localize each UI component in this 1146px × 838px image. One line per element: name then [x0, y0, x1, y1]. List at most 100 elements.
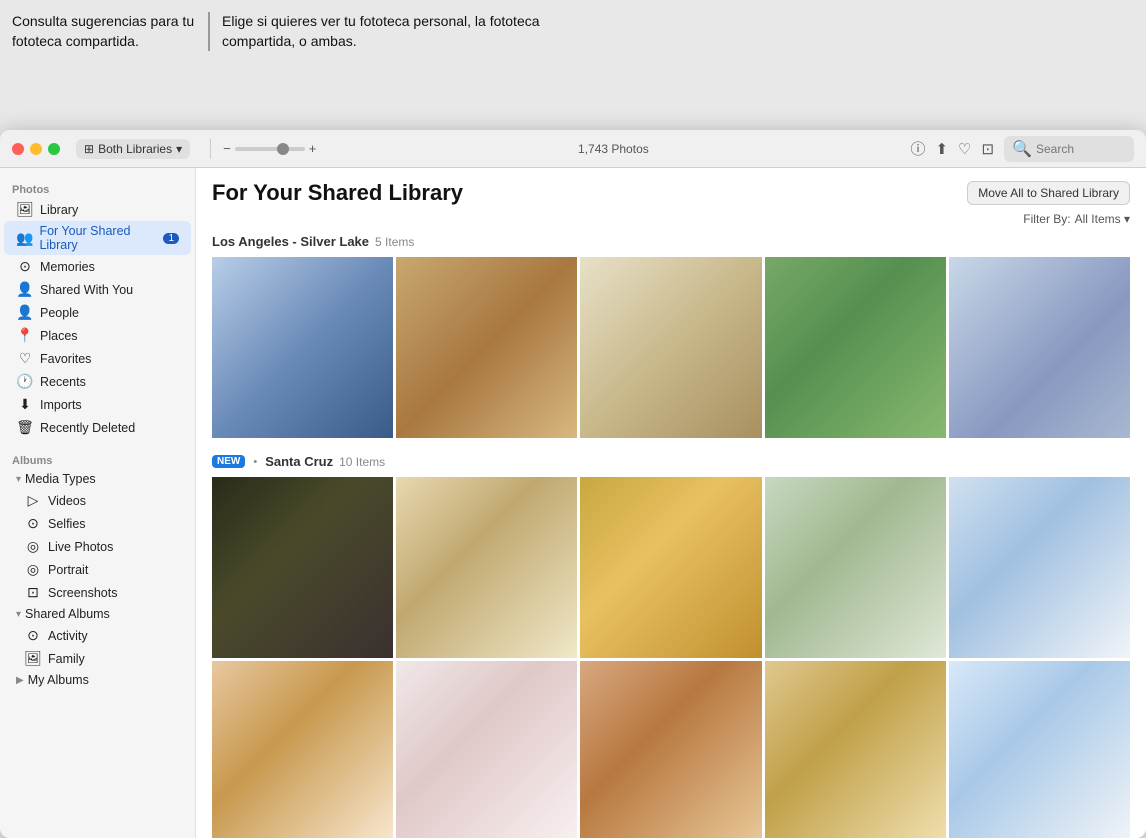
live-photos-icon: ◎ — [24, 538, 42, 555]
my-albums-label: My Albums — [28, 673, 89, 687]
main-panel: For Your Shared Library Move All to Shar… — [196, 168, 1146, 838]
photo-grid-2 — [212, 477, 1130, 838]
toolbar-actions: ⓘ ⬆ ♡ ⊡ 🔍 — [910, 136, 1134, 162]
search-box[interactable]: 🔍 — [1004, 136, 1134, 162]
subsection1-title: Los Angeles - Silver Lake — [212, 234, 369, 249]
new-badge: NEW — [212, 455, 245, 468]
photo-cell[interactable] — [212, 661, 393, 838]
search-icon: 🔍 — [1012, 139, 1032, 159]
for-shared-badge: 1 — [163, 233, 179, 244]
subsection2-count: 10 Items — [339, 455, 385, 469]
photo-cell[interactable] — [396, 477, 577, 658]
heart-icon[interactable]: ♡ — [958, 140, 971, 158]
sidebar-item-for-shared[interactable]: 👥 For Your Shared Library 1 — [4, 221, 191, 255]
subsection1-count: 5 Items — [375, 235, 414, 249]
my-albums-toggle[interactable]: ▶ My Albums — [4, 670, 191, 690]
maximize-button[interactable] — [48, 143, 60, 155]
sidebar-item-family[interactable]: 🖼 Family — [12, 647, 191, 670]
sidebar-item-places[interactable]: 📍 Places — [4, 324, 191, 347]
sidebar-item-label: Places — [40, 329, 78, 343]
library-selector-label: Both Libraries — [98, 142, 172, 156]
photo-cell[interactable] — [580, 257, 761, 438]
sidebar-albums-label: Albums — [0, 447, 195, 469]
sidebar-item-favorites[interactable]: ♡ Favorites — [4, 347, 191, 370]
zoom-out-icon[interactable]: − — [223, 141, 231, 156]
sidebar-item-label: Family — [48, 652, 85, 666]
chevron-right-icon: ▶ — [16, 675, 24, 686]
sidebar-item-label: Shared With You — [40, 283, 133, 297]
chevron-down-icon: ▾ — [16, 474, 21, 485]
shared-albums-group: ⊙ Activity 🖼 Family — [8, 624, 195, 670]
photo-cell[interactable] — [396, 257, 577, 438]
sidebar-item-label: Recently Deleted — [40, 421, 135, 435]
rotate-icon[interactable]: ⊡ — [982, 140, 995, 158]
sidebar-item-activity[interactable]: ⊙ Activity — [12, 624, 191, 647]
photo-cell[interactable] — [949, 477, 1130, 658]
photo-cell[interactable] — [765, 477, 946, 658]
activity-icon: ⊙ — [24, 627, 42, 644]
zoom-slider[interactable] — [235, 147, 305, 151]
memories-icon: ⊙ — [16, 258, 34, 275]
zoom-thumb — [277, 143, 289, 155]
chevron-down-icon: ▾ — [176, 142, 182, 156]
sidebar-item-imports[interactable]: ⬇ Imports — [4, 393, 191, 416]
tooltip-area: Consulta sugerencias para tu fototeca co… — [0, 0, 1146, 130]
subsection2-title: Santa Cruz — [265, 454, 333, 469]
family-icon: 🖼 — [24, 650, 42, 667]
media-types-label: Media Types — [25, 472, 96, 486]
library-selector-icon: ⊞ — [84, 142, 94, 156]
media-types-group: ▷ Videos ⊙ Selfies ◎ Live Photos ◎ Portr… — [8, 489, 195, 604]
info-icon[interactable]: ⓘ — [910, 138, 925, 159]
photo-cell[interactable] — [212, 257, 393, 438]
traffic-lights — [12, 143, 60, 155]
move-all-button[interactable]: Move All to Shared Library — [967, 181, 1130, 205]
sidebar-item-recents[interactable]: 🕐 Recents — [4, 370, 191, 393]
sidebar-photos-label: Photos — [0, 176, 195, 198]
sidebar-item-label: Imports — [40, 398, 82, 412]
sidebar-item-selfies[interactable]: ⊙ Selfies — [12, 512, 191, 535]
search-input[interactable] — [1036, 142, 1126, 156]
sidebar-item-portrait[interactable]: ◎ Portrait — [12, 558, 191, 581]
photo-cell[interactable] — [580, 661, 761, 838]
sidebar-item-videos[interactable]: ▷ Videos — [12, 489, 191, 512]
close-button[interactable] — [12, 143, 24, 155]
tooltip-left: Consulta sugerencias para tu fototeca co… — [12, 12, 208, 51]
sidebar-item-people[interactable]: 👤 People — [4, 301, 191, 324]
media-types-toggle[interactable]: ▾ Media Types — [4, 469, 191, 489]
subsection1-header: Los Angeles - Silver Lake 5 Items — [212, 234, 1130, 249]
photo-cell[interactable] — [212, 477, 393, 658]
library-icon: 🖼 — [16, 201, 34, 218]
share-icon[interactable]: ⬆ — [935, 140, 948, 158]
sidebar-item-shared-with-you[interactable]: 👤 Shared With You — [4, 278, 191, 301]
zoom-in-icon[interactable]: + — [309, 141, 317, 156]
photo-count: 1,743 Photos — [324, 142, 902, 156]
library-selector[interactable]: ⊞ Both Libraries ▾ — [76, 139, 190, 159]
photo-grid-1 — [212, 257, 1130, 438]
sidebar-item-label: Selfies — [48, 517, 86, 531]
sidebar-item-library[interactable]: 🖼 Library — [4, 198, 191, 221]
zoom-control: − + — [223, 141, 316, 156]
photo-cell[interactable] — [949, 257, 1130, 438]
favorites-icon: ♡ — [16, 350, 34, 367]
trash-icon: 🗑 — [16, 419, 34, 436]
photo-cell[interactable] — [580, 477, 761, 658]
photo-cell[interactable] — [765, 661, 946, 838]
sidebar-item-recently-deleted[interactable]: 🗑 Recently Deleted — [4, 416, 191, 439]
sidebar-item-screenshots[interactable]: ⊡ Screenshots — [12, 581, 191, 604]
photo-cell[interactable] — [949, 661, 1130, 838]
content-area: Photos 🖼 Library 👥 For Your Shared Libra… — [0, 168, 1146, 838]
section-header: For Your Shared Library Move All to Shar… — [212, 180, 1130, 206]
minimize-button[interactable] — [30, 143, 42, 155]
tooltip-right: Elige si quieres ver tu fototeca persona… — [208, 12, 548, 51]
sidebar-item-memories[interactable]: ⊙ Memories — [4, 255, 191, 278]
filter-value[interactable]: All Items ▾ — [1075, 212, 1130, 226]
sidebar-item-label: Memories — [40, 260, 95, 274]
shared-albums-toggle[interactable]: ▾ Shared Albums — [4, 604, 191, 624]
photo-cell[interactable] — [396, 661, 577, 838]
videos-icon: ▷ — [24, 492, 42, 509]
selfies-icon: ⊙ — [24, 515, 42, 532]
chevron-down-icon: ▾ — [16, 609, 21, 620]
sidebar-item-live-photos[interactable]: ◎ Live Photos — [12, 535, 191, 558]
dot-separator: • — [253, 456, 257, 468]
photo-cell[interactable] — [765, 257, 946, 438]
